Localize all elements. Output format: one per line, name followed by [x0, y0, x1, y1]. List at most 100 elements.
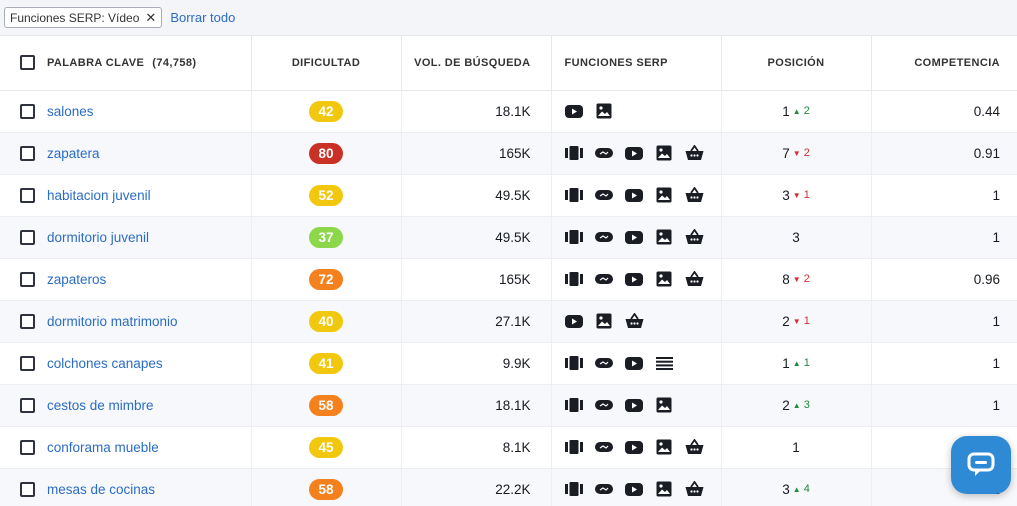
arrow-up-icon: ▲ [792, 107, 801, 116]
serp-features-cell [551, 468, 722, 506]
keyword-link[interactable]: mesas de cocinas [47, 482, 155, 497]
keyword-link[interactable]: cestos de mimbre [47, 398, 154, 413]
competition-cell: 0.91 [871, 132, 1017, 175]
position-delta: 2 [803, 147, 810, 159]
row-checkbox[interactable] [20, 439, 35, 455]
keyword-link[interactable]: salones [47, 104, 94, 119]
difficulty-badge: 58 [309, 394, 343, 416]
reviews-icon [595, 439, 614, 455]
keyword-link[interactable]: colchones canapes [47, 356, 163, 371]
keyword-link[interactable]: dormitorio matrimonio [47, 314, 178, 329]
position-number: 3 [782, 481, 790, 497]
clear-all-link[interactable]: Borrar todo [170, 10, 235, 25]
image-icon [655, 481, 674, 497]
row-checkbox[interactable] [20, 481, 35, 497]
close-icon[interactable]: ✕ [145, 11, 156, 24]
image-icon [655, 439, 674, 455]
select-all-checkbox[interactable] [20, 55, 35, 71]
reviews-icon [595, 271, 614, 287]
competition-cell: 1 [871, 216, 1017, 259]
keyword-link[interactable]: zapateros [47, 272, 106, 287]
difficulty-cell: 40 [251, 300, 402, 343]
header-competition[interactable]: COMPETENCIA [871, 36, 1017, 91]
keyword-link[interactable]: conforama mueble [47, 440, 159, 455]
table-header-row: PALABRA CLAVE (74,758) DIFICULTAD VOL. D… [0, 36, 1017, 91]
competition-cell: 1 [871, 342, 1017, 385]
serp-features-cell [551, 216, 722, 259]
serp-features-cell [551, 300, 722, 343]
filter-bar: Funciones SERP: Vídeo ✕ Borrar todo [0, 0, 1017, 36]
keyword-link[interactable]: zapatera [47, 146, 100, 161]
position-change-up: ▲ 4 [793, 483, 810, 495]
volume-cell: 18.1K [401, 90, 552, 133]
image-icon [655, 229, 674, 245]
row-checkbox[interactable] [20, 355, 35, 371]
chat-button[interactable] [951, 436, 1011, 494]
header-serp[interactable]: FUNCIONES SERP [551, 36, 722, 91]
video-icon [625, 271, 644, 287]
position-cell: 8 ▼ 2 [721, 258, 872, 301]
difficulty-cell: 42 [251, 90, 402, 133]
position-cell: 2 ▲ 3 [721, 384, 872, 427]
serp-features-cell [551, 90, 722, 133]
row-checkbox[interactable] [20, 103, 35, 119]
position-change-down: ▼ 2 [793, 273, 810, 285]
row-checkbox[interactable] [20, 271, 35, 287]
keyword-table: PALABRA CLAVE (74,758) DIFICULTAD VOL. D… [0, 36, 1017, 506]
table-row: dormitorio matrimonio 40 27.1K 2 ▼ 11 [0, 300, 1017, 343]
keyword-link[interactable]: habitacion juvenil [47, 188, 151, 203]
keyword-cell: dormitorio matrimonio [0, 300, 252, 343]
position-change-up: ▲ 2 [793, 105, 810, 117]
video-icon [625, 187, 644, 203]
keyword-cell: zapateros [0, 258, 252, 301]
position-delta: 1 [803, 357, 810, 369]
header-volume[interactable]: VOL. DE BÚSQUEDA [401, 36, 552, 91]
volume-cell: 8.1K [401, 426, 552, 469]
position-cell: 1 ▲ 2 [721, 90, 872, 133]
video-icon [625, 145, 644, 161]
volume-cell: 9.9K [401, 342, 552, 385]
keyword-link[interactable]: dormitorio juvenil [47, 230, 149, 245]
row-checkbox[interactable] [20, 187, 35, 203]
difficulty-badge: 45 [309, 436, 343, 458]
video-icon [625, 439, 644, 455]
carousel-icon [565, 355, 584, 371]
reviews-icon [595, 481, 614, 497]
keyword-cell: cestos de mimbre [0, 384, 252, 427]
position-change-down: ▼ 1 [793, 315, 810, 327]
arrow-down-icon: ▼ [792, 149, 801, 158]
header-difficulty[interactable]: DIFICULTAD [251, 36, 402, 91]
carousel-icon [565, 271, 584, 287]
header-keyword-label: PALABRA CLAVE [47, 56, 145, 69]
position-cell: 7 ▼ 2 [721, 132, 872, 175]
arrow-up-icon: ▲ [792, 359, 801, 368]
volume-cell: 18.1K [401, 384, 552, 427]
keyword-cell: colchones canapes [0, 342, 252, 385]
header-keyword[interactable]: PALABRA CLAVE (74,758) [0, 36, 252, 91]
position-delta: 3 [803, 399, 810, 411]
row-checkbox[interactable] [20, 145, 35, 161]
table-row: zapatera 80 165K 7 ▼ 2 0.91 [0, 132, 1017, 175]
carousel-icon [565, 187, 584, 203]
arrow-down-icon: ▼ [792, 275, 801, 284]
position-cell: 2 ▼ 1 [721, 300, 872, 343]
table-row: dormitorio juvenil 37 49.5K 3 1 [0, 216, 1017, 259]
difficulty-cell: 80 [251, 132, 402, 175]
competition-cell: 1 [871, 384, 1017, 427]
serp-features-cell [551, 342, 722, 385]
position-value: 3 ▼ 1 [782, 188, 810, 203]
difficulty-badge: 37 [309, 226, 343, 248]
position-cell: 3 ▼ 1 [721, 174, 872, 217]
competition-cell: 0.44 [871, 90, 1017, 133]
header-position[interactable]: POSICIÓN [721, 36, 872, 91]
difficulty-badge: 52 [309, 184, 343, 206]
video-icon [565, 313, 584, 329]
video-icon [625, 397, 644, 413]
position-cell: 1 [721, 426, 872, 469]
position-value: 2 ▲ 3 [782, 398, 810, 413]
row-checkbox[interactable] [20, 397, 35, 413]
row-checkbox[interactable] [20, 313, 35, 329]
filter-chip-serp[interactable]: Funciones SERP: Vídeo ✕ [4, 7, 163, 28]
row-checkbox[interactable] [20, 229, 35, 245]
position-value: 1 [792, 440, 800, 455]
